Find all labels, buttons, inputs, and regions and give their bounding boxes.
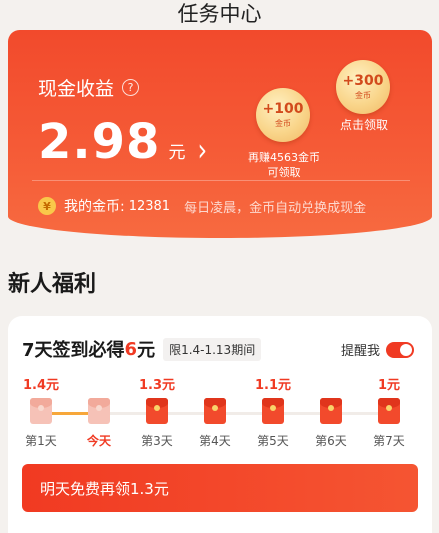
day-amount: 1.4元 [22, 378, 60, 393]
day-label: 今天 [86, 434, 111, 448]
signin-title-prefix: 7天签到必得 [22, 340, 125, 361]
signin-day-3[interactable]: 1.3元 第3天 [132, 374, 182, 449]
signin-day-1[interactable]: 1.4元 第1天 [16, 374, 66, 449]
red-envelope-icon [262, 398, 284, 424]
my-coins-row: ¥ 我的金币: 12381 每日凌晨，金币自动兑换成现金 [38, 196, 366, 216]
remind-toggle[interactable] [386, 341, 414, 358]
section-title: 新人福利 [8, 272, 97, 297]
cash-amount: 2.98 [38, 114, 161, 170]
signin-day-5[interactable]: 1.1元 第5天 [248, 374, 298, 449]
day-amount: 1.3元 [138, 378, 176, 393]
coin-reward-unit: 金币 [275, 119, 291, 128]
day-label: 第5天 [257, 434, 289, 448]
signin-card: 7天签到必得 6 元 限1.4-1.13期间 提醒我 1.4元 第1天 今天 1… [8, 316, 432, 533]
signin-title-amount: 6 [124, 338, 138, 360]
my-coins-count: 12381 [128, 198, 171, 214]
day-amount: 1元 [377, 378, 401, 393]
remind-toggle-row[interactable]: 提醒我 [341, 340, 414, 359]
cash-earnings-card[interactable]: 现金收益 ? 2.98 元 › +100 金币 再赚4563金币 可领取 +30… [8, 30, 432, 238]
exchange-tip: 每日凌晨，金币自动兑换成现金 [184, 200, 367, 216]
day-label: 第7天 [373, 434, 405, 448]
cash-unit: 元 [168, 143, 186, 163]
day-amount [190, 374, 240, 390]
coin-reward-300[interactable]: +300 金币 [336, 60, 390, 114]
day-label: 第4天 [199, 434, 231, 448]
red-envelope-icon [146, 398, 168, 424]
signin-title-suffix: 元 [137, 340, 156, 361]
period-badge: 限1.4-1.13期间 [163, 337, 262, 361]
coin-reward-caption: 再赚4563金币 可领取 [236, 150, 332, 180]
signin-day-2[interactable]: 今天 [74, 374, 124, 449]
page-title: 任务中心 [177, 2, 262, 26]
red-envelope-icon [30, 398, 52, 424]
cash-earnings-label: 现金收益 [38, 78, 115, 100]
cash-earnings-label-row: 现金收益 ? [38, 74, 140, 101]
day-label: 第1天 [25, 434, 57, 448]
day-amount [74, 374, 124, 390]
claim-tomorrow-button[interactable]: 明天免费再领1.3元 [22, 464, 418, 512]
coin-reward-caption-line1: 再赚4563金币 [248, 151, 320, 164]
signin-title-row: 7天签到必得 6 元 限1.4-1.13期间 [22, 336, 262, 362]
signin-day-7[interactable]: 1元 第7天 [364, 374, 414, 449]
coin-reward-caption-line2: 可领取 [267, 166, 301, 179]
day-label: 第6天 [315, 434, 347, 448]
claim-coins-link[interactable]: 点击领取 [328, 118, 400, 133]
help-icon[interactable]: ? [122, 79, 140, 96]
day-label: 第3天 [141, 434, 173, 448]
red-envelope-icon [88, 398, 110, 424]
red-envelope-icon [320, 398, 342, 424]
remind-label: 提醒我 [340, 344, 380, 359]
coin-reward-value: +100 [262, 101, 304, 117]
red-envelope-icon [204, 398, 226, 424]
signin-days: 1.4元 第1天 今天 1.3元 第3天 第4天 1.1元 第5天 第6天 1元… [8, 374, 432, 454]
coin-reward-unit: 金币 [355, 91, 371, 100]
coin-reward-100[interactable]: +100 金币 [256, 88, 310, 142]
chevron-right-icon[interactable]: › [197, 132, 207, 168]
cash-amount-row[interactable]: 2.98 元 › [38, 114, 207, 170]
red-envelope-icon [378, 398, 400, 424]
day-amount: 1.1元 [254, 378, 292, 393]
coin-reward-value: +300 [342, 73, 384, 89]
my-coins-label: 我的金币: [64, 199, 125, 215]
coin-icon: ¥ [38, 197, 56, 215]
signin-day-6[interactable]: 第6天 [306, 374, 356, 449]
day-amount [306, 374, 356, 390]
divider [32, 180, 410, 181]
signin-day-4[interactable]: 第4天 [190, 374, 240, 449]
